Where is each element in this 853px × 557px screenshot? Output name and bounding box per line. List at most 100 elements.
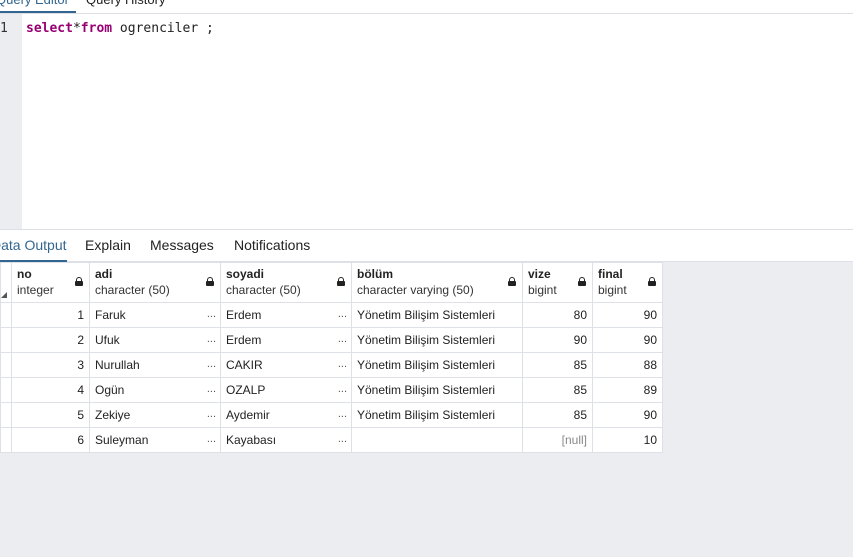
- cell-no[interactable]: 1: [11, 302, 90, 328]
- cell-adi[interactable]: Ogün...: [89, 377, 221, 403]
- cell-final-value: 90: [643, 408, 657, 422]
- tab-query-editor[interactable]: Query Editor: [0, 0, 76, 13]
- cell-bolum-value: Yönetim Bilişim Sistemleri: [357, 408, 496, 422]
- ellipsis-icon[interactable]: ...: [207, 383, 216, 395]
- cell-bolum[interactable]: [351, 427, 523, 453]
- cell-bolum-value: Yönetim Bilişim Sistemleri: [357, 308, 496, 322]
- cell-soyadi[interactable]: OZALP...: [220, 377, 352, 403]
- tab-data-output[interactable]: Data Output: [0, 237, 67, 262]
- cell-bolum[interactable]: Yönetim Bilişim Sistemleri: [351, 352, 523, 378]
- cell-soyadi[interactable]: CAKIR...: [220, 352, 352, 378]
- row-header[interactable]: [0, 427, 12, 453]
- ellipsis-icon[interactable]: ...: [338, 408, 347, 420]
- cell-final[interactable]: 89: [592, 377, 663, 403]
- ellipsis-icon[interactable]: ...: [338, 358, 347, 370]
- cell-adi-value: Ogün: [95, 383, 125, 397]
- table-row[interactable]: 3 Nurullah... CAKIR... Yönetim Bilişim Sist…: [0, 352, 663, 378]
- row-header[interactable]: [0, 377, 12, 403]
- operator-star: *: [72, 21, 81, 36]
- column-header-vize[interactable]: vize bigint: [522, 262, 593, 303]
- cell-final[interactable]: 90: [592, 302, 663, 328]
- table-row[interactable]: 1 Faruk... Erdem... Yönetim Bilişim Sisteml…: [0, 302, 663, 328]
- cell-vize[interactable]: 85: [522, 402, 593, 428]
- keyword-from: from: [80, 21, 113, 36]
- grid-header-row: no integer adi character (50) soyadi cha…: [0, 262, 663, 303]
- column-header-soyadi[interactable]: soyadi character (50): [220, 262, 352, 303]
- cell-adi[interactable]: Faruk...: [89, 302, 221, 328]
- cell-adi-value: Suleyman: [95, 433, 149, 447]
- ellipsis-icon[interactable]: ...: [207, 408, 216, 420]
- cell-final-value: 90: [643, 333, 657, 347]
- cell-soyadi[interactable]: Erdem...: [220, 302, 352, 328]
- sql-code-line[interactable]: select*from ogrenciler ;: [26, 21, 214, 36]
- cell-no-value: 5: [77, 408, 84, 422]
- cell-adi-value: Ufuk: [95, 333, 120, 347]
- tab-notifications[interactable]: Notifications: [234, 237, 310, 262]
- cell-adi-value: Zekiye: [95, 408, 131, 422]
- cell-bolum[interactable]: Yönetim Bilişim Sistemleri: [351, 327, 523, 353]
- select-all-corner[interactable]: [0, 262, 12, 303]
- cell-vize[interactable]: 80: [522, 302, 593, 328]
- cell-no[interactable]: 3: [11, 352, 90, 378]
- tab-messages[interactable]: Messages: [150, 237, 214, 262]
- cell-soyadi[interactable]: Aydemir...: [220, 402, 352, 428]
- cell-no[interactable]: 2: [11, 327, 90, 353]
- cell-no[interactable]: 5: [11, 402, 90, 428]
- ellipsis-icon[interactable]: ...: [207, 433, 216, 445]
- cell-no[interactable]: 4: [11, 377, 90, 403]
- cell-soyadi[interactable]: Kayabası...: [220, 427, 352, 453]
- column-header-bolum[interactable]: bölüm character varying (50): [351, 262, 523, 303]
- ellipsis-icon[interactable]: ...: [207, 333, 216, 345]
- cell-final[interactable]: 90: [592, 402, 663, 428]
- lock-icon: [648, 277, 656, 286]
- ellipsis-icon[interactable]: ...: [338, 383, 347, 395]
- table-row[interactable]: 4 Ogün... OZALP... Yönetim Bilişim Sistemle…: [0, 377, 663, 403]
- cell-bolum[interactable]: Yönetim Bilişim Sistemleri: [351, 377, 523, 403]
- cell-vize-value: [null]: [561, 433, 587, 447]
- row-header[interactable]: [0, 402, 12, 428]
- cell-adi[interactable]: Nurullah...: [89, 352, 221, 378]
- ellipsis-icon[interactable]: ...: [207, 358, 216, 370]
- cell-vize[interactable]: 90: [522, 327, 593, 353]
- column-header-adi[interactable]: adi character (50): [89, 262, 221, 303]
- cell-vize[interactable]: [null]: [522, 427, 593, 453]
- column-header-no[interactable]: no integer: [11, 262, 90, 303]
- cell-final[interactable]: 10: [592, 427, 663, 453]
- table-row[interactable]: 6 Suleyman... Kayabası... [null] 10: [0, 427, 663, 453]
- cell-bolum[interactable]: Yönetim Bilişim Sistemleri: [351, 402, 523, 428]
- row-header[interactable]: [0, 352, 12, 378]
- query-tool-tabs: Query Editor Query History: [0, 0, 853, 14]
- ellipsis-icon[interactable]: ...: [338, 333, 347, 345]
- cell-final[interactable]: 88: [592, 352, 663, 378]
- cell-vize-value: 80: [573, 308, 587, 322]
- cell-vize[interactable]: 85: [522, 377, 593, 403]
- ellipsis-icon[interactable]: ...: [207, 308, 216, 320]
- cell-adi[interactable]: Zekiye...: [89, 402, 221, 428]
- line-number: 1: [0, 21, 8, 36]
- cell-soyadi-value: Erdem: [226, 333, 262, 347]
- column-header-final[interactable]: final bigint: [592, 262, 663, 303]
- cell-final-value: 89: [643, 383, 657, 397]
- ellipsis-icon[interactable]: ...: [338, 433, 347, 445]
- cell-vize[interactable]: 85: [522, 352, 593, 378]
- sql-editor[interactable]: 1 select*from ogrenciler ;: [0, 14, 853, 230]
- table-row[interactable]: 2 Ufuk... Erdem... Yönetim Bilişim Sistemle…: [0, 327, 663, 353]
- row-header[interactable]: [0, 302, 12, 328]
- cell-bolum-value: Yönetim Bilişim Sistemleri: [357, 358, 496, 372]
- cell-adi[interactable]: Ufuk...: [89, 327, 221, 353]
- column-type: character (50): [95, 283, 170, 297]
- cell-final[interactable]: 90: [592, 327, 663, 353]
- corner-triangle-icon: [1, 292, 7, 298]
- tab-query-history[interactable]: Query History: [86, 0, 165, 13]
- column-name: no: [17, 267, 32, 281]
- cell-adi[interactable]: Suleyman...: [89, 427, 221, 453]
- cell-soyadi[interactable]: Erdem...: [220, 327, 352, 353]
- cell-bolum[interactable]: Yönetim Bilişim Sistemleri: [351, 302, 523, 328]
- cell-no[interactable]: 6: [11, 427, 90, 453]
- cell-final-value: 10: [643, 433, 657, 447]
- table-row[interactable]: 5 Zekiye... Aydemir... Yönetim Bilişim Sist…: [0, 402, 663, 428]
- tab-explain[interactable]: Explain: [85, 237, 131, 262]
- result-grid: no integer adi character (50) soyadi cha…: [0, 262, 663, 453]
- ellipsis-icon[interactable]: ...: [338, 308, 347, 320]
- row-header[interactable]: [0, 327, 12, 353]
